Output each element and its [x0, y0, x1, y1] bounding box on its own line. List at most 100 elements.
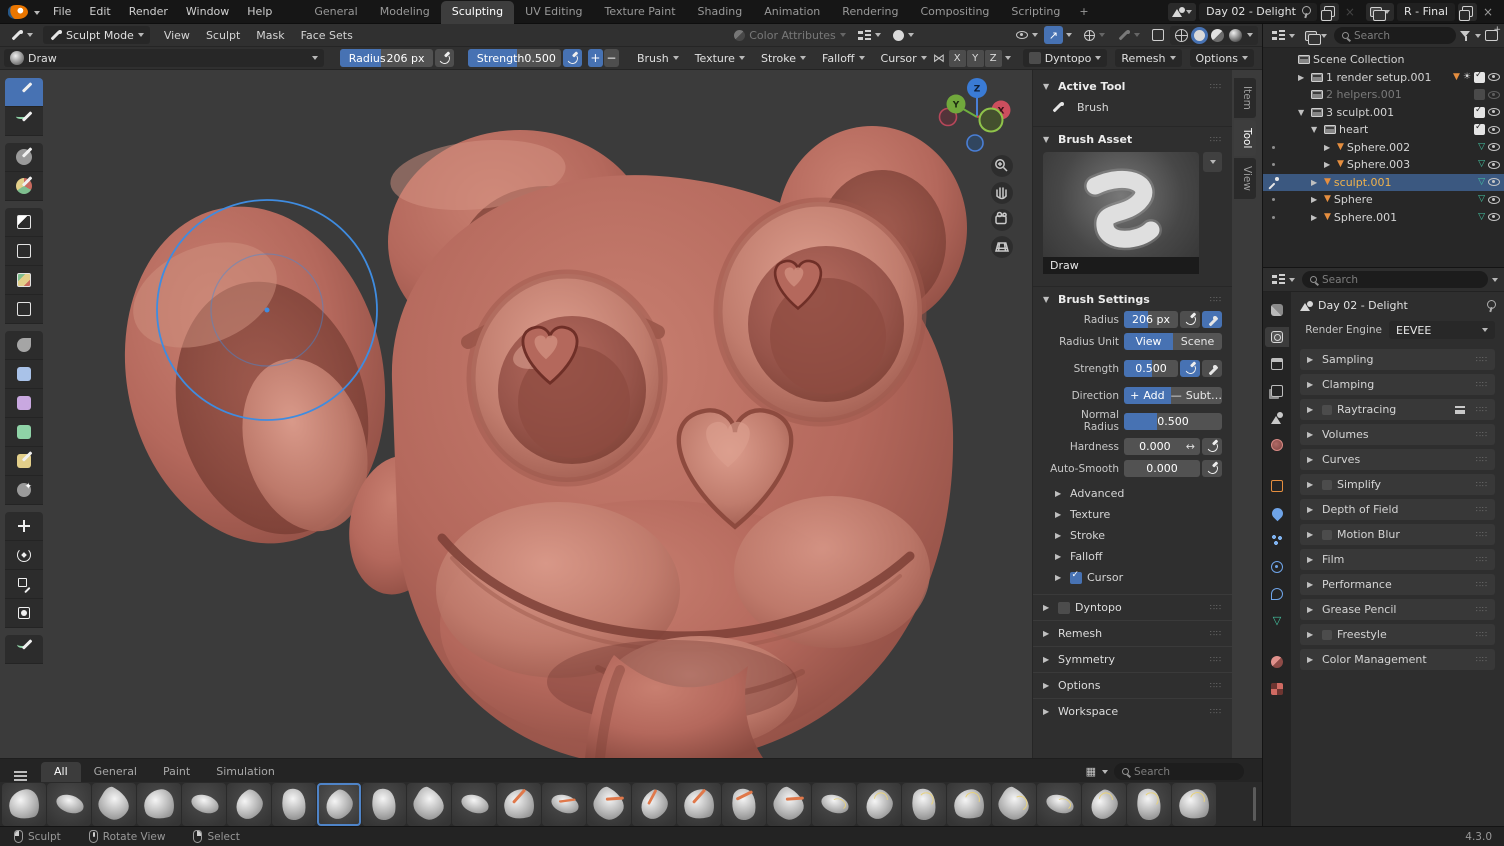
workspace-tab-animation[interactable]: Animation — [753, 1, 831, 24]
tool-crease[interactable] — [5, 295, 43, 324]
color-attributes-button[interactable]: Color Attributes — [728, 27, 852, 44]
brush-dropdown[interactable]: Brush — [631, 50, 685, 67]
section-film[interactable]: ▶Film∷∷ — [1300, 549, 1495, 570]
expand-icon[interactable]: ▶ — [1324, 160, 1334, 169]
mode-selector[interactable]: Sculpt Mode — [43, 26, 150, 44]
active-tool-header[interactable]: ▼Active Tool∷∷ — [1043, 80, 1222, 93]
outliner-row[interactable]: ▶▼Sphere▽ — [1263, 191, 1504, 209]
outliner-row[interactable]: ▶▼Sphere.001▽ — [1263, 209, 1504, 227]
brush-thumbnail[interactable] — [992, 783, 1036, 826]
section-sampling[interactable]: ▶Sampling∷∷ — [1300, 349, 1495, 370]
section-volumes[interactable]: ▶Volumes∷∷ — [1300, 424, 1495, 445]
zoom-button[interactable] — [991, 155, 1013, 177]
brush-thumbnail[interactable] — [1127, 783, 1171, 826]
workspace-tab-general[interactable]: General — [303, 1, 368, 24]
expand-icon[interactable]: ▼ — [1311, 125, 1321, 134]
motion-blur-checkbox[interactable] — [1322, 530, 1332, 540]
brush-thumbnail[interactable] — [92, 783, 136, 826]
radius-slider[interactable]: 206 px — [1124, 311, 1178, 328]
strength-pressure-toggle[interactable] — [1180, 360, 1200, 377]
hide-eye-icon[interactable] — [1488, 73, 1500, 81]
editor-type-button[interactable] — [4, 27, 39, 44]
properties-tab-output[interactable] — [1265, 354, 1289, 374]
new-view-layer-button[interactable] — [1458, 3, 1477, 21]
brush-thumbnail[interactable] — [767, 783, 811, 826]
direction-add-button[interactable]: +Add — [1124, 387, 1171, 404]
brush-thumbnail[interactable] — [137, 783, 181, 826]
list-options-icon[interactable] — [1455, 406, 1465, 414]
viewport-menu-view[interactable]: View — [156, 29, 198, 42]
radius-pressure-toggle[interactable] — [435, 49, 453, 67]
exclude-checkbox[interactable] — [1474, 89, 1485, 100]
exclude-checkbox[interactable] — [1474, 124, 1485, 135]
cursor-dropdown[interactable]: Cursor — [875, 50, 933, 67]
brush-thumbnail[interactable] — [857, 783, 901, 826]
workspace-tab-rendering[interactable]: Rendering — [831, 1, 909, 24]
brush-thumbnail[interactable] — [47, 783, 91, 826]
menu-file[interactable]: File — [44, 0, 80, 24]
outliner-scope[interactable] — [1302, 29, 1330, 43]
display-mode-icon[interactable]: ▦ — [1086, 765, 1096, 778]
axis-neg-y-ball[interactable] — [980, 109, 1003, 132]
subpanel-advanced[interactable]: ▶Advanced — [1043, 483, 1222, 504]
tool-elastic-deform[interactable] — [5, 476, 43, 505]
properties-tab-particles[interactable] — [1265, 530, 1289, 550]
brush-asset-dropdown-button[interactable] — [1203, 152, 1222, 172]
menu-help[interactable]: Help — [238, 0, 281, 24]
outliner-row[interactable]: ▼3 sculpt.001 — [1263, 104, 1504, 122]
scene-name-field[interactable]: Day 02 - Delight — [1199, 3, 1317, 21]
outliner-search-input[interactable] — [1354, 30, 1448, 42]
panel-grip-icon[interactable]: ∷∷ — [1210, 707, 1222, 716]
tool-scrape[interactable] — [5, 389, 43, 418]
radius-slider[interactable]: Radius 206 px — [340, 49, 434, 67]
brush-thumbnail[interactable] — [497, 783, 541, 826]
camera-view-button[interactable] — [991, 209, 1013, 231]
workspace-tab-texture-paint[interactable]: Texture Paint — [594, 1, 687, 24]
filter-icon[interactable] — [1460, 31, 1471, 41]
hide-eye-icon[interactable] — [1488, 178, 1500, 186]
tool-pinch[interactable] — [5, 418, 43, 447]
properties-tab-material[interactable] — [1265, 652, 1289, 672]
shading-rendered-button[interactable] — [1229, 29, 1242, 42]
expand-icon[interactable]: ▶ — [1311, 178, 1321, 187]
cursor-checkbox[interactable] — [1070, 572, 1082, 584]
chevron-down-icon[interactable] — [1475, 34, 1481, 38]
show-overlays-toggle[interactable] — [1078, 28, 1111, 43]
section-depth-of-field[interactable]: ▶Depth of Field∷∷ — [1300, 499, 1495, 520]
selectability-visibility-button[interactable] — [1010, 29, 1044, 41]
properties-tab-texture[interactable] — [1265, 679, 1289, 699]
tool-draw[interactable] — [5, 78, 43, 107]
section-simplify[interactable]: ▶Simplify∷∷ — [1300, 474, 1495, 495]
radius-unit-view-button[interactable]: View — [1124, 333, 1173, 350]
hide-eye-icon[interactable] — [1488, 161, 1500, 169]
viewport-menu-sculpt[interactable]: Sculpt — [198, 29, 248, 42]
panel-grip-icon[interactable]: ∷∷ — [1476, 405, 1488, 414]
properties-editor-type[interactable] — [1269, 272, 1298, 287]
properties-search-input[interactable] — [1322, 274, 1480, 286]
tool-transform[interactable] — [5, 599, 43, 628]
panel-grip-icon[interactable]: ∷∷ — [1476, 480, 1488, 489]
chevron-down-icon[interactable] — [1247, 33, 1253, 37]
show-gizmos-toggle[interactable]: ↗ — [1044, 26, 1063, 44]
shelf-menu-icon[interactable] — [14, 771, 27, 773]
brush-thumbnail[interactable] — [2, 783, 46, 826]
panel-grip-icon[interactable]: ∷∷ — [1476, 455, 1488, 464]
panel-options[interactable]: ▶Options∷∷ — [1033, 672, 1232, 698]
outliner-display-mode[interactable] — [1269, 28, 1298, 43]
panel-grip-icon[interactable]: ∷∷ — [1210, 82, 1222, 91]
brush-thumbnail[interactable] — [902, 783, 946, 826]
tool-clay-strips[interactable] — [5, 172, 43, 201]
chevron-down-icon[interactable] — [34, 11, 40, 15]
direction-subtract-button[interactable]: —Subt… — [1171, 387, 1222, 404]
properties-tab-world[interactable] — [1265, 435, 1289, 455]
workspace-tab-shading[interactable]: Shading — [687, 1, 754, 24]
brush-thumbnail[interactable] — [362, 783, 406, 826]
brush-thumbnail[interactable] — [1082, 783, 1126, 826]
new-collection-button[interactable] — [1485, 30, 1498, 41]
viewport-menu-mask[interactable]: Mask — [248, 29, 292, 42]
tool-move[interactable] — [5, 512, 43, 541]
brush-thumbnail[interactable] — [812, 783, 856, 826]
subpanel-texture[interactable]: ▶Texture — [1043, 504, 1222, 525]
workspace-tab-scripting[interactable]: Scripting — [1000, 1, 1071, 24]
brush-thumbnail[interactable] — [452, 783, 496, 826]
